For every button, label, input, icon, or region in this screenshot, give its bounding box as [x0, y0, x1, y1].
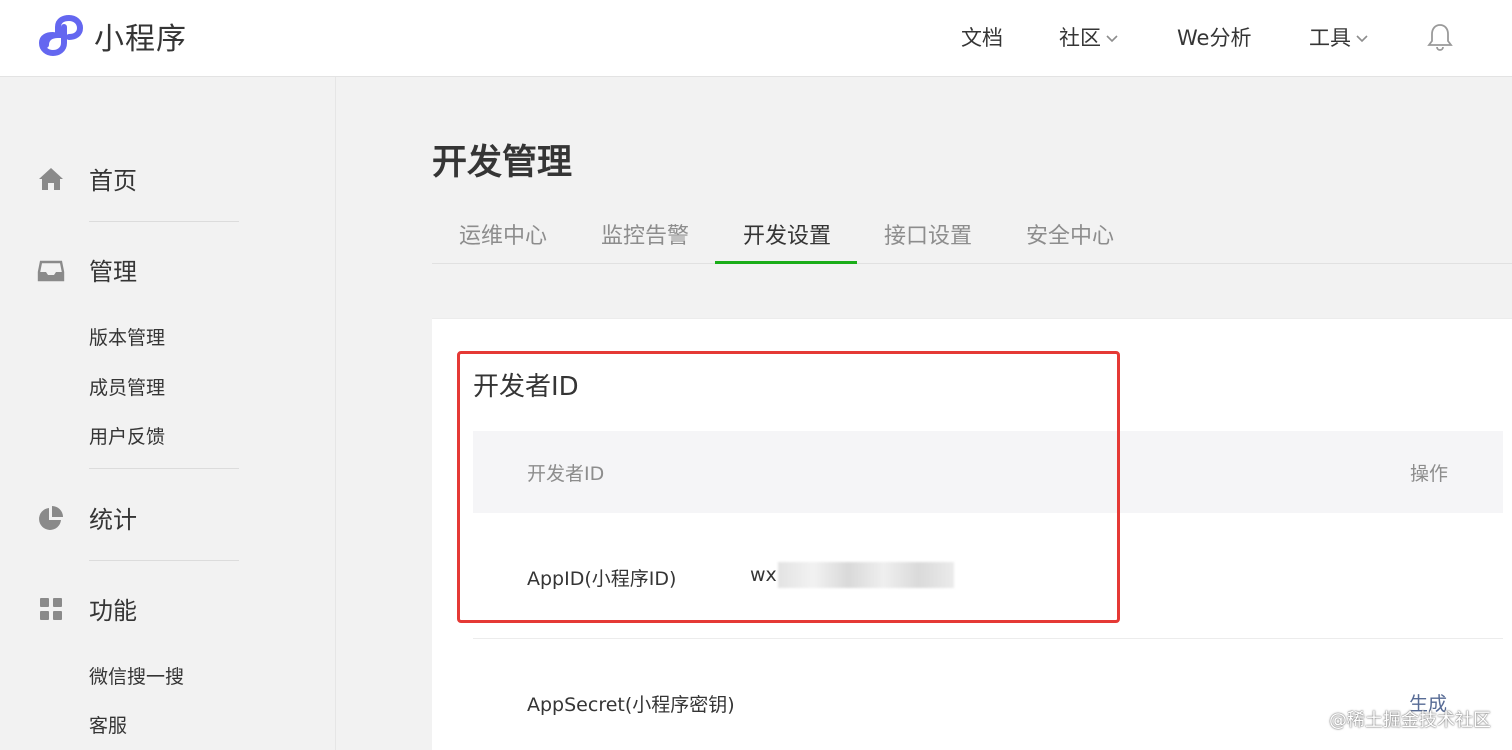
divider: [89, 468, 239, 469]
bell-icon[interactable]: [1427, 22, 1453, 52]
sidebar-item-user-feedback[interactable]: 用户反馈: [89, 422, 165, 449]
tab-api-settings[interactable]: 接口设置: [884, 218, 972, 264]
chevron-down-icon: [1106, 35, 1118, 43]
nav-docs[interactable]: 文档: [961, 22, 1003, 52]
tab-monitor-alert[interactable]: 监控告警: [601, 218, 689, 264]
appsecret-label: AppSecret(小程序密钥): [527, 694, 735, 716]
sidebar-item-member-manage[interactable]: 成员管理: [89, 373, 165, 400]
tab-ops-center[interactable]: 运维中心: [459, 218, 547, 264]
sidebar-item-label: 首页: [89, 167, 137, 195]
chevron-down-icon: [1356, 35, 1368, 43]
top-bar: 小程序 文档 社区 We分析 工具: [0, 0, 1512, 77]
row-divider: [473, 638, 1503, 639]
nav-we-analysis-label: We分析: [1177, 26, 1252, 50]
column-header-action: 操作: [1410, 463, 1449, 485]
sidebar-item-manage[interactable]: 管理: [0, 250, 336, 290]
nav-community-label: 社区: [1059, 26, 1101, 50]
watermark: @稀土掘金技术社区: [1329, 710, 1491, 731]
nav-tools[interactable]: 工具: [1309, 22, 1369, 52]
sidebar-item-label: 管理: [89, 258, 137, 286]
sidebar-item-stats[interactable]: 统计: [0, 498, 336, 538]
inbox-icon: [37, 260, 65, 282]
page-title: 开发管理: [432, 143, 573, 183]
sidebar-item-label: 功能: [89, 597, 137, 625]
nav-we-analysis[interactable]: We分析: [1177, 22, 1251, 52]
divider: [89, 560, 239, 561]
logo[interactable]: 小程序: [38, 14, 187, 58]
sidebar-item-home[interactable]: 首页: [0, 159, 336, 199]
divider: [89, 221, 239, 222]
sidebar-item-wechat-search[interactable]: 微信搜一搜: [89, 662, 184, 689]
sidebar-item-customer-service[interactable]: 客服: [89, 711, 127, 738]
sidebar: 首页 管理 版本管理 成员管理 用户反馈 统计 功能 微信搜一搜 客服: [0, 77, 336, 750]
grid-icon: [40, 598, 62, 620]
highlight-box: [457, 351, 1120, 623]
home-icon: [39, 168, 63, 190]
mini-program-logo-icon: [38, 15, 84, 57]
sidebar-item-features[interactable]: 功能: [0, 589, 336, 629]
pie-chart-icon: [39, 506, 63, 530]
app-name: 小程序: [94, 22, 187, 57]
nav-docs-label: 文档: [961, 26, 1003, 50]
tab-security-center[interactable]: 安全中心: [1026, 218, 1114, 264]
tab-bar: 运维中心 监控告警 开发设置 接口设置 安全中心: [432, 206, 1512, 264]
nav-community[interactable]: 社区: [1059, 22, 1119, 52]
sidebar-item-label: 统计: [89, 506, 137, 534]
nav-tools-label: 工具: [1309, 26, 1351, 50]
sidebar-item-version-manage[interactable]: 版本管理: [89, 323, 165, 350]
tab-dev-settings[interactable]: 开发设置: [743, 218, 831, 264]
active-tab-indicator: [715, 261, 857, 264]
